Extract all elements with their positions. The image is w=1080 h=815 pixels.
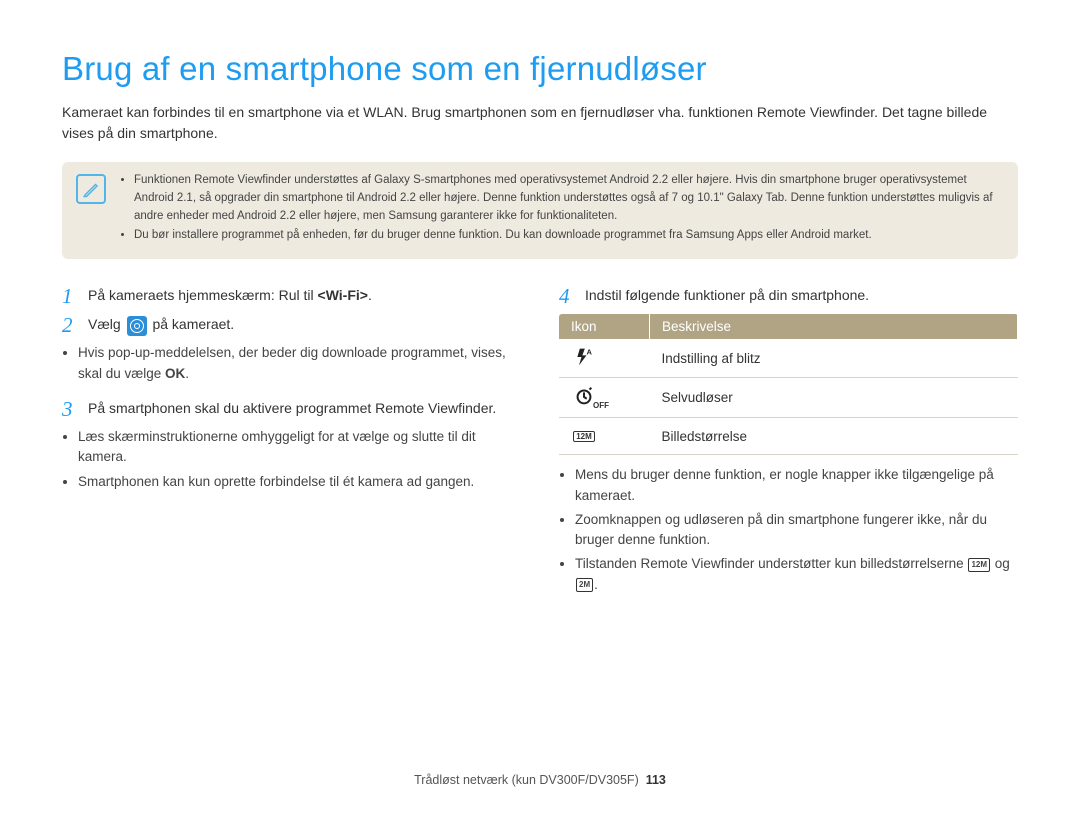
right-column: 4 Indstil følgende funktioner på din sma…: [559, 285, 1018, 609]
table-row: 12M Billedstørrelse: [559, 418, 1018, 455]
step-4-sub: Tilstanden Remote Viewfinder understøtte…: [575, 554, 1018, 595]
step-4-sub: Mens du bruger denne funktion, er nogle …: [575, 465, 1018, 506]
step-3-sub: Læs skærminstruktionerne omhyggeligt for…: [78, 427, 521, 468]
step-3-sub: Smartphonen kan kun oprette forbindelse …: [78, 472, 521, 492]
size-icon: 12M: [571, 425, 597, 447]
step-2-text: Vælg på kameraet.: [88, 314, 521, 337]
step-number: 4: [559, 285, 575, 308]
table-head-icon: Ikon: [559, 314, 650, 339]
intro-paragraph: Kameraet kan forbindes til en smartphone…: [62, 102, 1018, 144]
remote-viewfinder-icon: [127, 316, 147, 336]
note-icon: [76, 174, 106, 204]
step-2-note: Hvis pop-up-meddelelsen, der beder dig d…: [78, 343, 521, 384]
step-number: 1: [62, 285, 78, 308]
page-footer: Trådløst netværk (kun DV300F/DV305F) 113: [0, 773, 1080, 787]
page-number: 113: [646, 773, 666, 787]
table-row: OFF Selvudløser: [559, 378, 1018, 418]
note-item: Funktionen Remote Viewfinder understøtte…: [134, 172, 1002, 225]
page-title: Brug af en smartphone som en fjernudløse…: [62, 50, 1018, 88]
step-1-text: På kameraets hjemmeskærm: Rul til <Wi-Fi…: [88, 285, 521, 308]
settings-table: Ikon Beskrivelse A Indstilling af blitz …: [559, 314, 1018, 455]
flash-icon: A: [571, 346, 597, 368]
table-head-desc: Beskrivelse: [650, 314, 1018, 339]
svg-text:A: A: [587, 348, 593, 357]
step-number: 2: [62, 314, 78, 337]
size-2m-icon: 2M: [576, 578, 593, 592]
note-item: Du bør installere programmet på enheden,…: [134, 227, 1002, 245]
step-3-text: På smartphonen skal du aktivere programm…: [88, 398, 521, 421]
table-row: A Indstilling af blitz: [559, 339, 1018, 378]
left-column: 1 På kameraets hjemmeskærm: Rul til <Wi-…: [62, 285, 521, 609]
size-12m-icon: 12M: [968, 558, 990, 572]
note-box: Funktionen Remote Viewfinder understøtte…: [62, 162, 1018, 259]
step-number: 3: [62, 398, 78, 421]
step-4-text: Indstil følgende funktioner på din smart…: [585, 285, 1018, 308]
step-4-sub: Zoomknappen og udløseren på din smartpho…: [575, 510, 1018, 551]
